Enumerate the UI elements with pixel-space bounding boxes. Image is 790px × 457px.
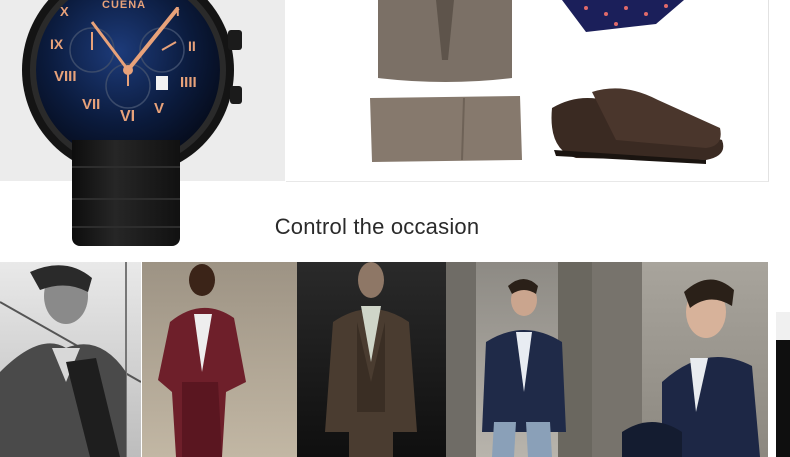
model-photo-4 <box>446 262 592 457</box>
section-caption: Control the occasion <box>274 214 480 239</box>
numeral-vii: VII <box>82 96 101 113</box>
numeral-i: I <box>176 4 180 19</box>
model-photo-3 <box>297 262 446 457</box>
numeral-iiii: IIII <box>180 74 197 91</box>
outfit-illustration <box>370 0 724 164</box>
numeral-viii: VIII <box>54 68 77 85</box>
model-photo-5 <box>592 262 768 457</box>
edge-strip-dark <box>776 340 790 457</box>
outfit-product-image <box>286 0 769 182</box>
model-photo-2 <box>142 262 297 457</box>
numeral-ii: II <box>188 38 196 54</box>
numeral-vi: VI <box>120 108 136 125</box>
numeral-ix: IX <box>50 36 64 52</box>
numeral-x: X <box>60 4 69 19</box>
model-photo-1 <box>0 262 141 457</box>
numeral-v: V <box>154 100 165 117</box>
watch-brand: CUENA <box>102 0 147 11</box>
